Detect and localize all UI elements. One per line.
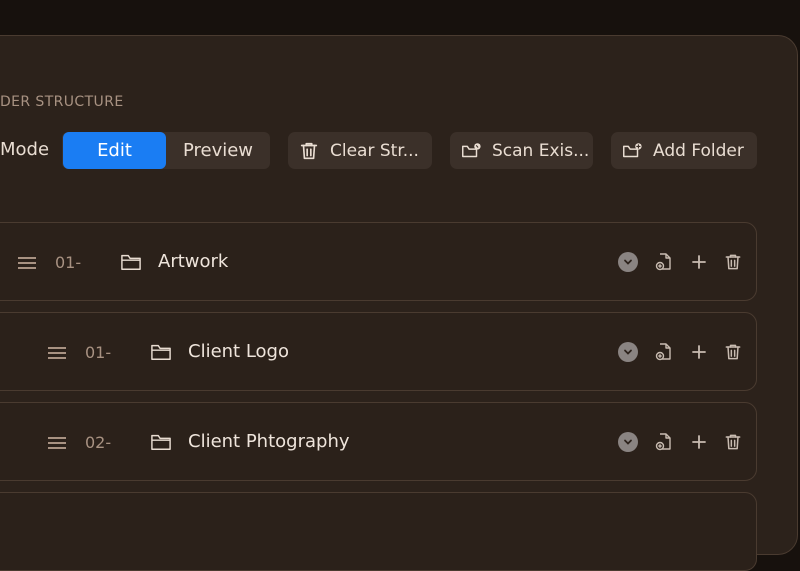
add-file-icon[interactable]	[654, 252, 674, 272]
mode-label: Mode	[0, 139, 50, 160]
mode-segmented-control: Edit Preview	[62, 132, 270, 169]
add-file-icon[interactable]	[654, 342, 674, 362]
folder-row[interactable]: 01- Artwork	[0, 222, 757, 301]
chevron-down-icon[interactable]	[618, 432, 638, 452]
folder-row[interactable]: 02- Client Phtography	[0, 402, 757, 481]
mode-edit-button[interactable]: Edit	[63, 132, 166, 169]
folder-name[interactable]: Client Phtography	[188, 431, 350, 452]
mode-preview-button[interactable]: Preview	[166, 132, 270, 169]
delete-icon[interactable]	[723, 432, 743, 452]
folder-icon	[150, 432, 172, 452]
drag-handle-icon[interactable]	[17, 256, 37, 270]
chevron-down-icon[interactable]	[618, 252, 638, 272]
section-title: DER STRUCTURE	[0, 94, 124, 110]
trash-icon	[298, 140, 320, 162]
folder-icon	[150, 342, 172, 362]
add-folder-label: Add Folder	[653, 140, 744, 161]
folder-row[interactable]: 01- Client Logo	[0, 312, 757, 391]
folder-name[interactable]: Client Logo	[188, 341, 289, 362]
add-folder-button[interactable]: Add Folder	[611, 132, 757, 169]
folder-name[interactable]: Artwork	[158, 251, 228, 272]
folder-search-icon	[460, 140, 482, 162]
folder-number: 02-	[85, 433, 112, 452]
drag-handle-icon[interactable]	[47, 436, 67, 450]
folder-row-partial	[0, 492, 757, 571]
folder-icon	[120, 252, 142, 272]
folder-number: 01-	[85, 343, 112, 362]
add-subfolder-icon[interactable]	[689, 342, 709, 362]
clear-structure-button[interactable]: Clear Str...	[288, 132, 432, 169]
scan-existing-label: Scan Exis...	[492, 140, 590, 161]
scan-existing-button[interactable]: Scan Exis...	[450, 132, 593, 169]
delete-icon[interactable]	[723, 342, 743, 362]
clear-structure-label: Clear Str...	[330, 140, 419, 161]
chevron-down-icon[interactable]	[618, 342, 638, 362]
drag-handle-icon[interactable]	[47, 346, 67, 360]
delete-icon[interactable]	[723, 252, 743, 272]
add-subfolder-icon[interactable]	[689, 432, 709, 452]
folder-number: 01-	[55, 253, 82, 272]
folder-plus-icon	[621, 140, 643, 162]
add-file-icon[interactable]	[654, 432, 674, 452]
add-subfolder-icon[interactable]	[689, 252, 709, 272]
